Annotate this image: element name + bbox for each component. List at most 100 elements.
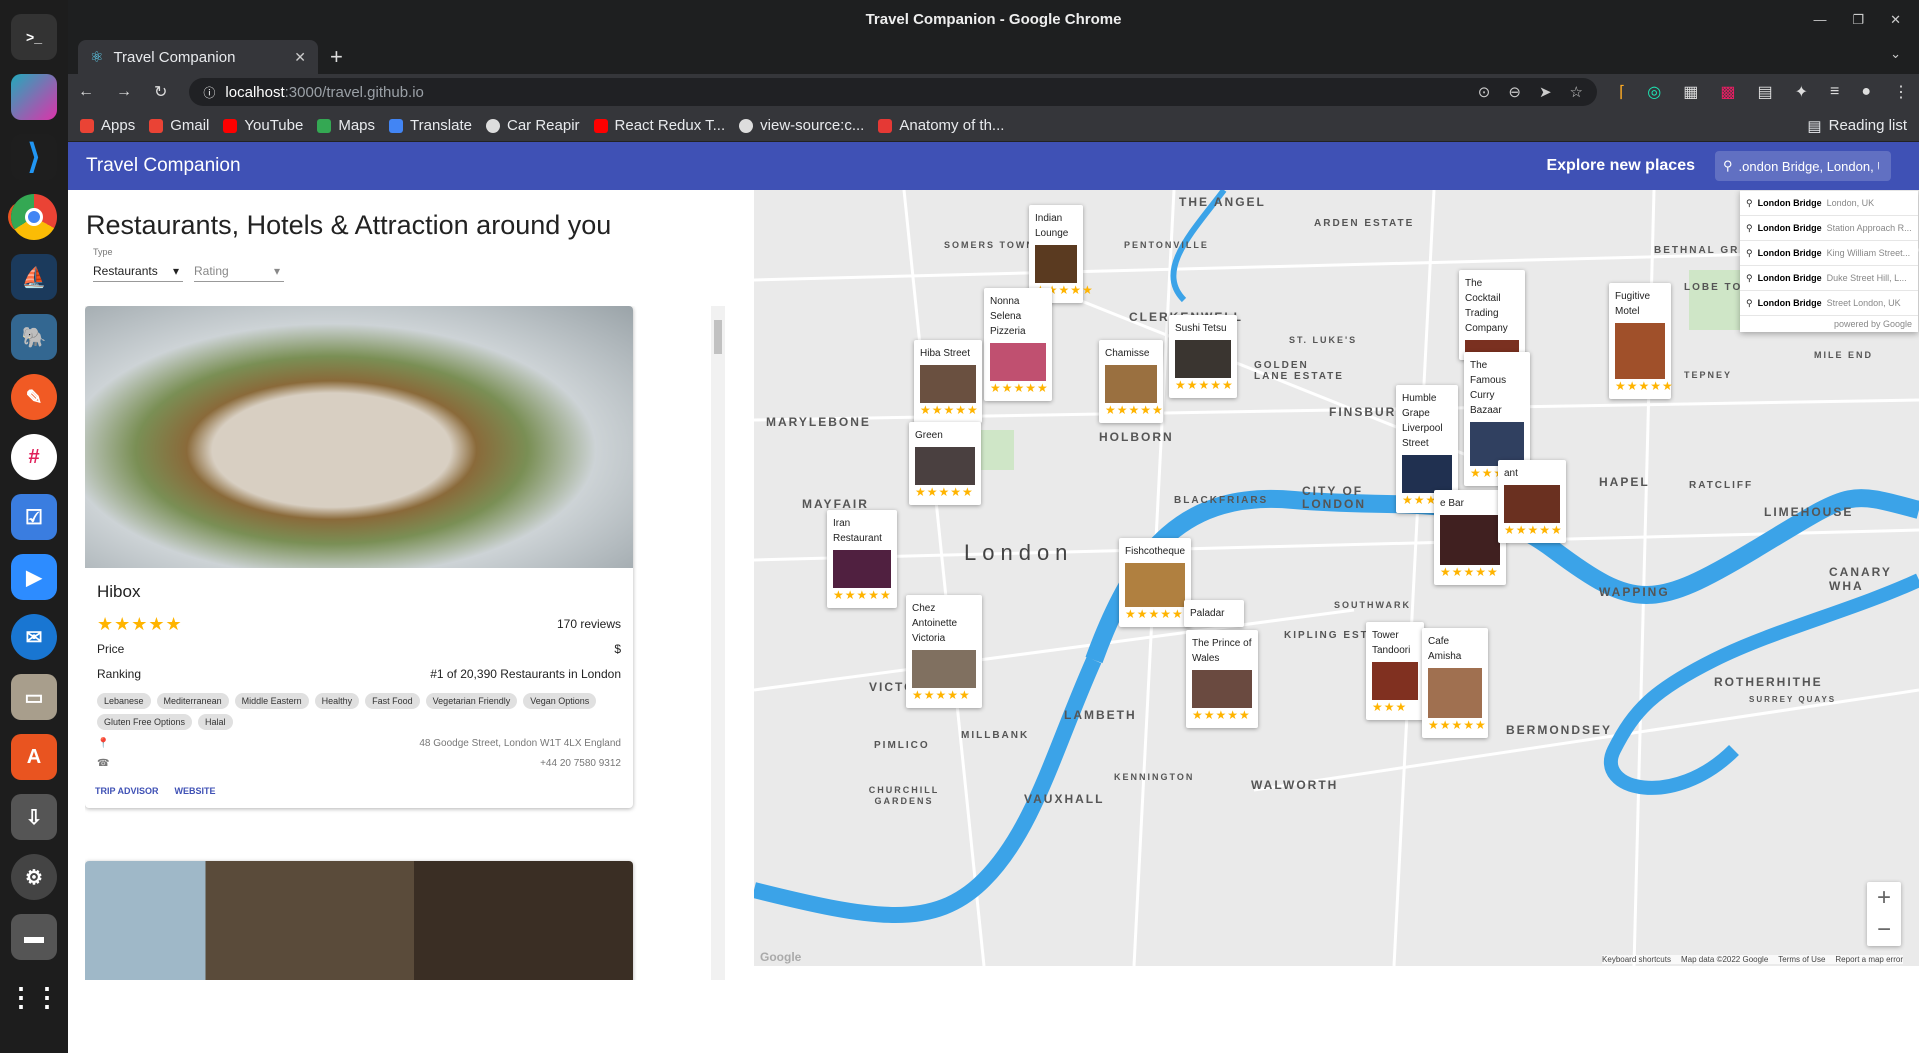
cuisine-chip[interactable]: Healthy: [314, 693, 360, 709]
map-marker[interactable]: The Cocktail Trading Company: [1459, 270, 1525, 360]
search-box[interactable]: ⚲: [1715, 151, 1891, 181]
bookmark-youtube[interactable]: YouTube: [223, 117, 303, 134]
map-marker[interactable]: Cafe Amisha ★★★★★: [1422, 628, 1488, 738]
profile-avatar[interactable]: ●: [1861, 83, 1871, 101]
chrome-icon[interactable]: [11, 194, 57, 240]
maximize-icon[interactable]: ❐: [1852, 0, 1864, 40]
map-marker[interactable]: Iran Restaurant ★★★★★: [827, 510, 897, 608]
places-scroll[interactable]: Hibox ★★★★★ 170 reviews Price $ Ranking #1 …: [85, 306, 637, 980]
extension-icon[interactable]: ▦: [1683, 82, 1698, 102]
map-marker[interactable]: The Prince of Wales ★★★★★: [1186, 630, 1258, 728]
map-marker[interactable]: Tower Tandoori ★★★: [1366, 622, 1424, 720]
bookmark-translate[interactable]: Translate: [389, 117, 472, 134]
map-marker[interactable]: Sushi Tetsu ★★★★★: [1169, 315, 1237, 398]
mysql-workbench-icon[interactable]: ⛵: [11, 254, 57, 300]
zoom-page-icon[interactable]: ⊖: [1508, 83, 1521, 101]
map-marker[interactable]: Fishcotheque ★★★★★: [1119, 538, 1191, 627]
zoom-out-button[interactable]: −: [1867, 914, 1901, 946]
map-label: SOUTHWARK: [1334, 600, 1411, 610]
slack-icon[interactable]: #: [11, 434, 57, 480]
cuisine-chip[interactable]: Vegan Options: [523, 693, 597, 709]
postman-icon[interactable]: ✎: [11, 374, 57, 420]
cuisine-chip[interactable]: Fast Food: [365, 693, 420, 709]
bookmark-star-icon[interactable]: ☆: [1570, 83, 1583, 101]
website-link[interactable]: WEBSITE: [175, 786, 216, 796]
close-icon[interactable]: ✕: [1890, 0, 1901, 40]
reload-icon[interactable]: ↻: [154, 82, 167, 102]
media-icon[interactable]: ≡: [1830, 83, 1839, 101]
location-icon[interactable]: ⊙: [1478, 83, 1491, 101]
terms-link[interactable]: Terms of Use: [1778, 955, 1825, 964]
report-error-link[interactable]: Report a map error: [1835, 955, 1903, 964]
zoom-in-button[interactable]: +: [1867, 882, 1901, 914]
bookmark-maps[interactable]: Maps: [317, 117, 375, 134]
map-marker[interactable]: ant ★★★★★: [1498, 460, 1566, 543]
thunderbird-icon[interactable]: ✉: [11, 614, 57, 660]
share-icon[interactable]: ➤: [1539, 83, 1552, 101]
tasks-icon[interactable]: ☑: [11, 494, 57, 540]
bookmark-react-redux[interactable]: React Redux T...: [593, 117, 725, 134]
files-icon[interactable]: ▭: [11, 674, 57, 720]
list-scrollbar[interactable]: [711, 306, 725, 980]
trip-advisor-link[interactable]: TRIP ADVISOR: [95, 786, 159, 796]
minimize-icon[interactable]: —: [1813, 0, 1826, 40]
map-marker[interactable]: Green ★★★★★: [909, 422, 981, 505]
new-tab-icon[interactable]: +: [330, 44, 343, 70]
cuisine-chip[interactable]: Lebanese: [97, 693, 151, 709]
map-label: London: [964, 540, 1074, 565]
map-marker[interactable]: e Bar ★★★★★: [1434, 490, 1506, 585]
extension-icon[interactable]: ◎: [1647, 82, 1661, 102]
info-icon[interactable]: ⓘ: [203, 84, 215, 101]
tab-close-icon[interactable]: ✕: [294, 49, 306, 66]
settings-icon[interactable]: ⚙: [11, 854, 57, 900]
tab-search-chevron-icon[interactable]: ⌄: [1890, 46, 1901, 62]
map-marker[interactable]: Paladar: [1184, 600, 1244, 627]
map-marker[interactable]: Hiba Street ★★★★★: [914, 340, 982, 423]
bookmark-car-reapir[interactable]: Car Reapir: [486, 117, 580, 134]
bookmark-anatomy[interactable]: Anatomy of th...: [878, 117, 1004, 134]
rating-select[interactable]: Rating ▾: [194, 260, 284, 282]
map-marker[interactable]: Nonna Selena Pizzeria ★★★★★: [984, 288, 1052, 401]
search-input[interactable]: [1738, 158, 1879, 174]
bookmark-apps[interactable]: Apps: [80, 117, 135, 134]
cuisine-chip[interactable]: Gluten Free Options: [97, 714, 193, 730]
extension-icon[interactable]: ▩: [1720, 82, 1735, 102]
map-marker[interactable]: Fugitive Motel ★★★★★: [1609, 283, 1673, 399]
cuisine-chip[interactable]: Halal: [198, 714, 233, 730]
cuisine-chip[interactable]: Middle Eastern: [234, 693, 309, 709]
extension-icon[interactable]: ⌈: [1619, 82, 1625, 102]
autocomplete-item[interactable]: ⚲ London Bridge Station Approach R...: [1740, 215, 1918, 240]
back-icon[interactable]: ←: [78, 83, 94, 101]
keyboard-shortcuts-link[interactable]: Keyboard shortcuts: [1602, 955, 1671, 964]
software-icon[interactable]: A: [11, 734, 57, 780]
google-map[interactable]: THE ANGEL ARDEN ESTATE SOMERS TOWN PENTO…: [754, 190, 1919, 966]
drive-icon[interactable]: ▬: [11, 914, 57, 960]
map-pin-icon: ⚲: [1746, 272, 1753, 283]
autocomplete-item[interactable]: ⚲ London Bridge Street London, UK: [1740, 290, 1918, 315]
type-select[interactable]: Restaurants ▾: [93, 260, 183, 282]
map-marker[interactable]: Chamisse ★★★★★: [1099, 340, 1163, 423]
vscode-icon[interactable]: ⟩: [11, 134, 57, 180]
autocomplete-item[interactable]: ⚲ London Bridge London, UK: [1740, 190, 1918, 215]
extension-icon[interactable]: ▤: [1757, 82, 1772, 102]
menu-icon[interactable]: ⋮: [1893, 82, 1909, 102]
postgres-icon[interactable]: 🐘: [11, 314, 57, 360]
tab-travel-companion[interactable]: ⚛ Travel Companion ✕: [78, 40, 318, 74]
map-label: CITY OF LONDON: [1302, 484, 1366, 511]
autocomplete-item[interactable]: ⚲ London Bridge Duke Street Hill, L...: [1740, 265, 1918, 290]
zoom-icon[interactable]: ▶: [11, 554, 57, 600]
cuisine-chip[interactable]: Mediterranean: [156, 693, 229, 709]
extensions-puzzle-icon[interactable]: ✦: [1795, 82, 1808, 102]
app-icon[interactable]: [11, 74, 57, 120]
map-marker[interactable]: Chez Antoinette Victoria ★★★★★: [906, 595, 982, 708]
bookmark-gmail[interactable]: Gmail: [149, 117, 209, 134]
autocomplete-item[interactable]: ⚲ London Bridge King William Street...: [1740, 240, 1918, 265]
address-bar[interactable]: ⓘ localhost:3000/travel.github.io ⊙ ⊖ ➤ …: [189, 78, 1597, 106]
usb-icon[interactable]: ⇩: [11, 794, 57, 840]
terminal-icon[interactable]: >_: [11, 14, 57, 60]
bookmark-view-source[interactable]: view-source:c...: [739, 117, 864, 134]
show-apps-icon[interactable]: ⋮⋮: [8, 974, 60, 1020]
forward-icon[interactable]: →: [116, 83, 132, 101]
reading-list-button[interactable]: ▤ Reading list: [1807, 117, 1907, 135]
cuisine-chip[interactable]: Vegetarian Friendly: [425, 693, 518, 709]
